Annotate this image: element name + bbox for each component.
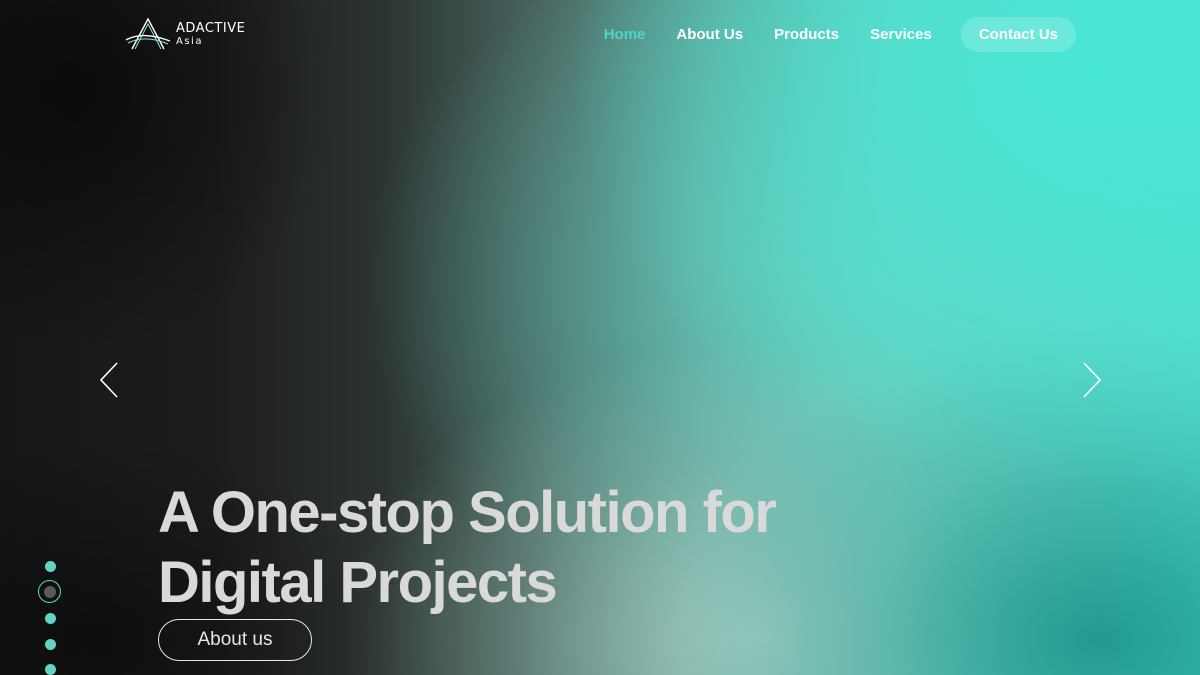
brand-name: ADACTIVE xyxy=(176,20,246,36)
slider-prev-button[interactable] xyxy=(98,361,120,399)
nav-home[interactable]: Home xyxy=(604,17,646,52)
slider-dot-2-active[interactable] xyxy=(38,580,61,603)
chevron-left-icon xyxy=(99,362,118,398)
brand-logo[interactable]: ADACTIVE Asia xyxy=(124,16,245,52)
hero-section: ADACTIVE Asia Home About Us Products Ser… xyxy=(0,0,1200,675)
slider-dot-5[interactable] xyxy=(45,664,56,675)
brand-text: ADACTIVE Asia xyxy=(176,22,245,47)
nav-contact-us-button[interactable]: Contact Us xyxy=(960,17,1076,52)
main-nav: Home About Us Products Services Contact … xyxy=(573,17,1076,52)
slider-dot-3[interactable] xyxy=(45,613,56,624)
slider-dot-4[interactable] xyxy=(45,639,56,650)
slider-dot-1[interactable] xyxy=(45,561,56,572)
nav-about-us[interactable]: About Us xyxy=(676,17,743,52)
chevron-right-icon xyxy=(1083,362,1102,398)
adactive-logo-icon xyxy=(125,17,171,50)
brand-subtitle: Asia xyxy=(176,35,203,47)
slider-next-button[interactable] xyxy=(1081,361,1103,399)
nav-products[interactable]: Products xyxy=(774,17,839,52)
hero-headline-line1: A One-stop Solution for xyxy=(158,480,777,545)
nav-services[interactable]: Services xyxy=(870,17,932,52)
hero-headline-line2: Digital Projects xyxy=(158,550,558,615)
hero-headline: A One-stop Solution for Digital Projects xyxy=(158,478,858,618)
about-us-button[interactable]: About us xyxy=(158,619,312,661)
